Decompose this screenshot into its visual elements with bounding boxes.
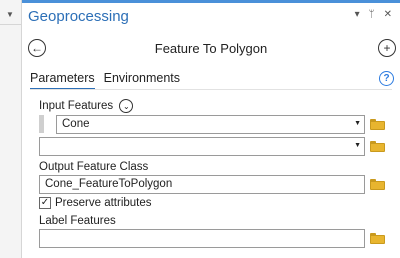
pane-title: Geoprocessing — [28, 8, 129, 25]
pin-icon[interactable]: ᛘ — [369, 9, 375, 21]
output-feature-class-label: Output Feature Class — [39, 161, 149, 173]
caret-down-icon[interactable]: ▼ — [354, 120, 361, 127]
close-icon[interactable]: ✕ — [384, 9, 392, 21]
pane-controls: ▾ ᛘ ✕ — [355, 9, 392, 21]
background-panel-edge: ▼ — [0, 0, 22, 258]
tab-environments[interactable]: Environments — [104, 71, 180, 90]
folder-icon[interactable] — [370, 119, 385, 130]
divider — [30, 89, 392, 90]
preserve-attributes-row: ✓ Preserve attributes — [39, 197, 152, 209]
folder-icon[interactable] — [370, 233, 385, 244]
divider — [0, 24, 21, 25]
tool-name: Feature To Polygon — [154, 41, 268, 56]
preserve-attributes-label: Preserve attributes — [55, 197, 152, 209]
tool-header: ← Feature To Polygon + — [22, 36, 400, 62]
tab-parameters[interactable]: Parameters — [30, 71, 95, 90]
plus-icon: + — [383, 41, 391, 55]
input-features-field-empty[interactable]: ▼ — [39, 137, 365, 156]
pane-menu-icon[interactable]: ▾ — [355, 9, 360, 21]
caret-down-icon[interactable]: ▼ — [354, 142, 361, 149]
chevron-down-icon[interactable]: ⌄ — [119, 99, 134, 113]
input-features-label: Input Features ⌄ — [39, 99, 134, 113]
geoprocessing-pane: Geoprocessing ▾ ᛘ ✕ ← Feature To Polygon… — [22, 0, 400, 258]
folder-icon[interactable] — [370, 179, 385, 190]
pane-accent-bar — [22, 0, 400, 3]
input-features-field[interactable]: Cone ▼ — [56, 115, 365, 134]
label-features-label: Label Features — [39, 215, 116, 227]
output-feature-class-field[interactable]: Cone_FeatureToPolygon — [39, 175, 365, 194]
help-icon[interactable]: ? — [379, 71, 394, 86]
add-button[interactable]: + — [378, 39, 396, 57]
folder-icon[interactable] — [370, 141, 385, 152]
chevron-down-icon[interactable]: ▼ — [6, 10, 14, 19]
preserve-attributes-checkbox[interactable]: ✓ — [39, 197, 51, 209]
tab-bar: Parameters Environments — [30, 71, 180, 90]
row-drag-handle[interactable] — [39, 115, 44, 133]
label-features-field[interactable] — [39, 229, 365, 248]
